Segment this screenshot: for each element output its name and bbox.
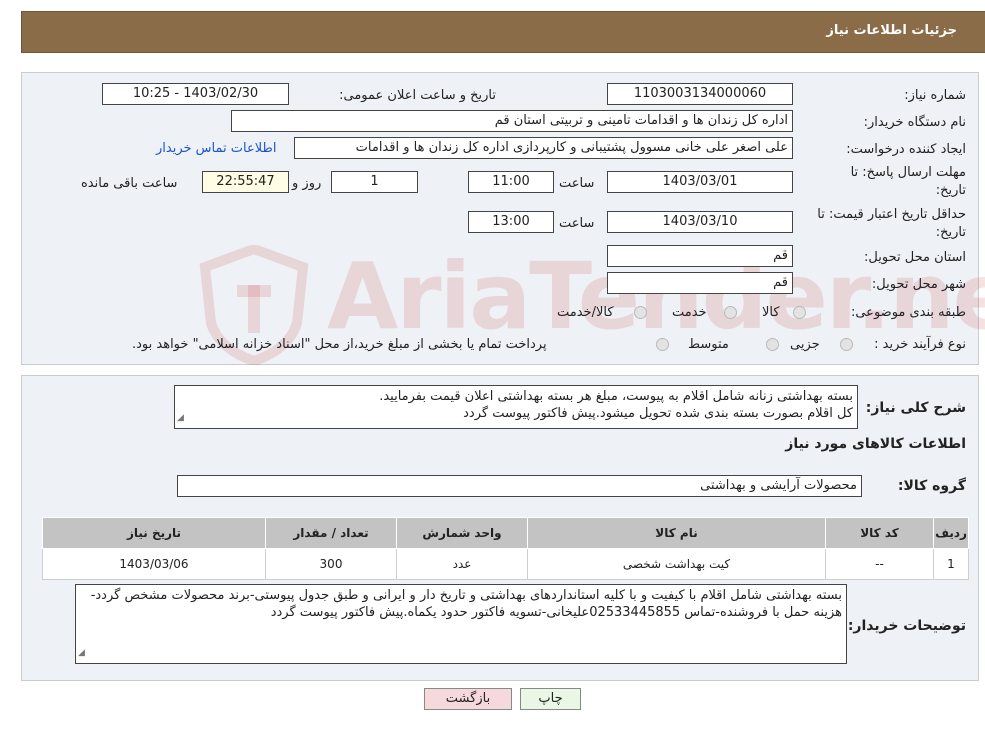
cell-code: -- [825,548,934,580]
deadline-label: مهلت ارسال پاسخ: تا [850,165,966,180]
city-label: شهر محل تحویل: [871,277,966,292]
description-field: بسته بهداشتی زنانه شامل اقلام به پیوست، … [174,385,858,429]
deadline-time-field: 11:00 [468,171,554,193]
page-header: جزئیات اطلاعات نیاز [21,11,985,53]
description-label: شرح کلی نیاز: [865,400,966,416]
price-validity-label: حداقل تاریخ اعتبار قیمت: تا [817,207,966,222]
deadline-hour-label: ساعت [559,176,595,191]
creator-field: علی اصغر علی خانی مسوول پشتیبانی و کارپر… [294,137,793,159]
print-button[interactable]: چاپ [520,688,581,710]
need-number-field: 1103003134000060 [607,83,793,105]
price-validity-date-field: 1403/03/10 [607,211,793,233]
days-field: 1 [331,171,418,193]
back-button[interactable]: بازگشت [424,688,512,710]
price-validity-time-field: 13:00 [468,211,554,233]
category-option-goods: کالا [762,305,780,320]
cell-unit: عدد [396,548,528,580]
deadline-label-date: تاریخ: [935,183,966,198]
col-qty-header: تعداد / مقدار [265,517,397,549]
need-number-label: شماره نیاز: [904,88,966,103]
cell-name: کیت بهداشت شخصی [527,548,826,580]
process-option-minor: جزیی [790,337,820,352]
process-option-medium: متوسط [688,337,729,352]
col-date-header: تاریخ نیاز [42,517,266,549]
category-radio-goods-service[interactable] [634,306,647,319]
price-validity-hour-label: ساعت [559,216,595,231]
col-name-header: نام کالا [527,517,826,549]
process-radio-minor[interactable] [840,338,853,351]
process-type-label: نوع فرآیند خرید : [874,337,966,352]
payment-treasury-checkbox[interactable] [656,338,669,351]
days-label: روز و [292,176,322,191]
description-line-2: کل اقلام بصورت بسته بندی شده تحویل میشود… [463,406,853,421]
page-title: جزئیات اطلاعات نیاز [826,23,957,38]
creator-label: ایجاد کننده درخواست: [846,142,966,157]
buyer-org-label: نام دستگاه خریدار: [863,115,966,130]
buyer-org-field: اداره کل زندان ها و اقدامات تامینی و ترب… [231,110,793,132]
city-field: قم [607,272,793,294]
remaining-time-label: ساعت باقی مانده [81,176,178,191]
buyer-notes-label: توضیحات خریدار: [847,618,966,634]
cell-date: 1403/03/06 [42,548,266,580]
goods-group-field: محصولات آرایشی و بهداشتی [177,475,862,497]
goods-section-title: اطلاعات کالاهای مورد نیاز [785,436,966,452]
buyer-contact-link[interactable]: اطلاعات تماس خریدار [156,141,276,156]
resize-grip-icon[interactable]: ◢ [78,645,85,662]
remaining-time-field: 22:55:47 [202,171,289,193]
province-field: قم [607,245,793,267]
goods-table: ردیف کد کالا نام کالا واحد شمارش تعداد /… [42,517,969,580]
category-option-goods-service: کالا/خدمت [557,305,614,320]
category-radio-goods[interactable] [793,306,806,319]
category-label: طبقه بندی موضوعی: [850,305,966,320]
description-line-1: بسته بهداشتی زنانه شامل اقلام به پیوست، … [379,389,853,404]
table-row: 1 -- کیت بهداشت شخصی عدد 300 1403/03/06 [42,548,969,580]
announce-datetime-label: تاریخ و ساعت اعلان عمومی: [339,88,496,103]
buyer-notes-text: بسته بهداشتی شامل اقلام با کیفیت و با کل… [90,588,842,620]
resize-grip-icon[interactable]: ◢ [177,410,184,427]
deadline-date-field: 1403/03/01 [607,171,793,193]
announce-datetime-field: 1403/02/30 - 10:25 [102,83,289,105]
province-label: استان محل تحویل: [864,250,966,265]
col-unit-header: واحد شمارش [396,517,528,549]
need-info-panel: AriaTender.neT شماره نیاز: 1103003134000… [21,72,985,365]
col-row-header: ردیف [933,517,969,549]
price-validity-label-date: تاریخ: [935,225,966,240]
buyer-notes-field: بسته بهداشتی شامل اقلام با کیفیت و با کل… [75,584,847,664]
goods-panel: شرح کلی نیاز: بسته بهداشتی زنانه شامل اق… [21,375,979,681]
goods-table-header: ردیف کد کالا نام کالا واحد شمارش تعداد /… [42,517,969,549]
process-radio-medium[interactable] [766,338,779,351]
col-code-header: کد کالا [825,517,934,549]
category-option-service: خدمت [672,305,707,320]
cell-row: 1 [933,548,969,580]
category-radio-service[interactable] [724,306,737,319]
goods-group-label: گروه کالا: [897,478,966,494]
payment-treasury-note: پرداخت تمام یا بخشی از مبلغ خرید،از محل … [132,337,547,352]
cell-qty: 300 [265,548,397,580]
